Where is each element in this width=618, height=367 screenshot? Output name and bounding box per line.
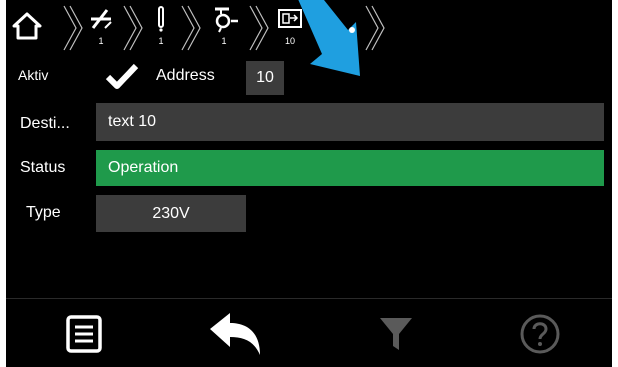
exclamation-bar-icon bbox=[158, 6, 164, 32]
breadcrumb-item-circuit[interactable]: 1 bbox=[84, 4, 118, 54]
help-icon bbox=[520, 314, 560, 353]
breadcrumb-item-luminaire[interactable]: 1 bbox=[204, 4, 244, 54]
list-icon bbox=[66, 314, 102, 353]
aktiv-label: Aktiv bbox=[18, 67, 49, 83]
type-field[interactable]: 230V bbox=[96, 195, 246, 232]
screen: 1 1 1 10 Aktiv Address 10 Desti... text … bbox=[6, 0, 612, 367]
type-label: Type bbox=[26, 204, 61, 221]
pointer-arrow-icon bbox=[298, 0, 360, 76]
breadcrumb-item-line[interactable]: 1 bbox=[146, 4, 176, 54]
filter-icon bbox=[380, 317, 412, 350]
back-button[interactable] bbox=[206, 306, 266, 361]
breadcrumb-count: 1 bbox=[158, 36, 164, 46]
lamp-icon bbox=[215, 7, 238, 33]
destination-label: Desti... bbox=[20, 115, 70, 132]
filter-button[interactable] bbox=[366, 306, 426, 361]
destination-field[interactable]: text 10 bbox=[96, 103, 604, 141]
back-arrow-icon bbox=[210, 312, 260, 355]
address-field[interactable]: 10 bbox=[246, 61, 284, 95]
status-label: Status bbox=[20, 159, 66, 176]
list-button[interactable] bbox=[54, 306, 114, 361]
breadcrumb-count: 1 bbox=[98, 36, 104, 46]
address-label: Address bbox=[156, 67, 215, 84]
home-icon bbox=[12, 12, 42, 40]
breadcrumb-count: 1 bbox=[221, 36, 227, 46]
aktiv-checkbox[interactable] bbox=[104, 62, 140, 97]
footer-divider bbox=[6, 298, 612, 299]
status-badge: Operation bbox=[96, 150, 604, 186]
checkmark-icon bbox=[105, 63, 139, 89]
crossed-line-icon bbox=[91, 9, 112, 29]
breadcrumb-home[interactable] bbox=[12, 12, 42, 45]
help-button[interactable] bbox=[510, 306, 570, 361]
